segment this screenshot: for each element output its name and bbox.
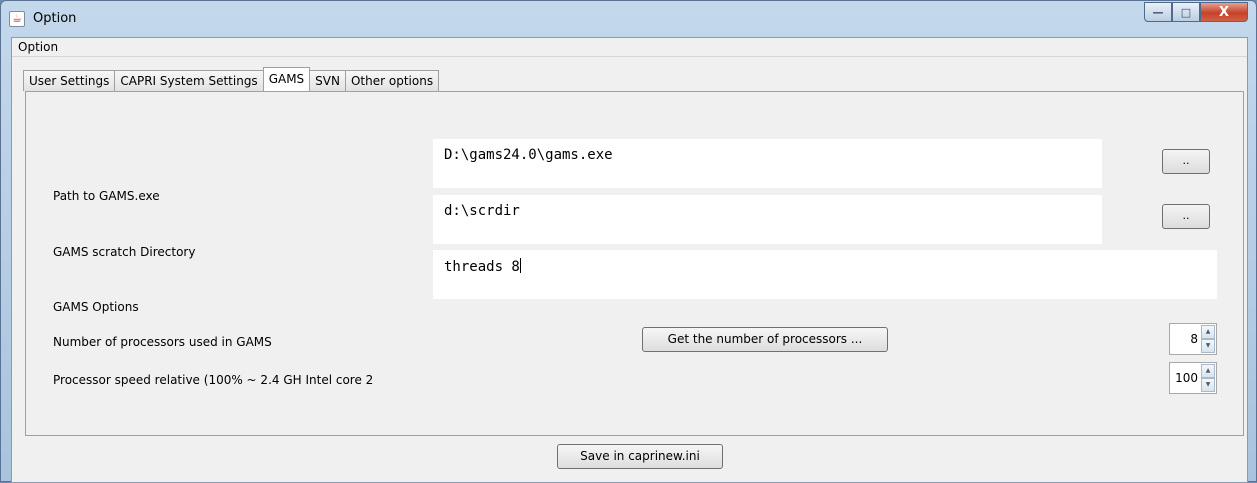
title-bar[interactable]: ☕ Option — □ X [1, 1, 1256, 37]
tab-user-settings[interactable]: User Settings [23, 70, 116, 91]
tab-other-options[interactable]: Other options [344, 70, 440, 91]
window-controls: — □ X [1144, 2, 1248, 22]
text-caret [519, 258, 521, 273]
processors-spinner[interactable]: 8 ▲ ▼ [1169, 323, 1217, 355]
processor-speed-value: 100 [1175, 371, 1198, 385]
menu-option[interactable]: Option [18, 40, 58, 54]
tab-gams[interactable]: GAMS [262, 67, 311, 91]
tab-strip: User Settings CAPRI System Settings GAMS… [23, 67, 440, 91]
gams-options-text: threads 8 [444, 259, 520, 275]
speed-up-arrow-icon[interactable]: ▲ [1201, 364, 1215, 378]
menu-bar: Option [12, 38, 1247, 57]
save-caprinew-button[interactable]: Save in caprinew.ini [557, 444, 723, 469]
browse-scratch-directory-button[interactable]: .. [1162, 204, 1210, 229]
path-to-gams-label: Path to GAMS.exe [53, 189, 160, 203]
processors-spin-buttons: ▲ ▼ [1201, 325, 1215, 353]
gams-options-label: GAMS Options [53, 300, 139, 314]
scratch-directory-label: GAMS scratch Directory [53, 245, 196, 259]
option-window: ☕ Option — □ X Option User Settings CAPR… [0, 0, 1257, 483]
processors-down-arrow-icon[interactable]: ▼ [1201, 339, 1215, 353]
tab-capri-system-settings[interactable]: CAPRI System Settings [114, 70, 264, 91]
java-cup-icon[interactable]: ☕ [9, 11, 25, 27]
processor-speed-spinner[interactable]: 100 ▲ ▼ [1169, 362, 1217, 394]
processor-speed-label: Processor speed relative (100% ~ 2.4 GH … [53, 373, 374, 387]
maximize-button[interactable]: □ [1172, 2, 1200, 22]
minimize-button[interactable]: — [1144, 2, 1172, 22]
speed-spin-buttons: ▲ ▼ [1201, 364, 1215, 392]
tab-svn[interactable]: SVN [309, 70, 346, 91]
processors-value: 8 [1190, 332, 1198, 346]
browse-gams-path-button[interactable]: .. [1162, 149, 1210, 174]
gams-settings-panel: Path to GAMS.exe D:\gams24.0\gams.exe ..… [25, 91, 1244, 436]
gams-path-field[interactable]: D:\gams24.0\gams.exe [433, 139, 1102, 188]
scratch-directory-field[interactable]: d:\scrdir [433, 195, 1102, 244]
client-area: Option User Settings CAPRI System Settin… [11, 37, 1248, 483]
processors-up-arrow-icon[interactable]: ▲ [1201, 325, 1215, 339]
processors-label: Number of processors used in GAMS [53, 335, 272, 349]
gams-options-field[interactable]: threads 8 [433, 250, 1217, 299]
close-button[interactable]: X [1200, 2, 1248, 22]
window-title: Option [33, 11, 77, 26]
speed-down-arrow-icon[interactable]: ▼ [1201, 378, 1215, 392]
get-processors-button[interactable]: Get the number of processors ... [642, 327, 888, 352]
